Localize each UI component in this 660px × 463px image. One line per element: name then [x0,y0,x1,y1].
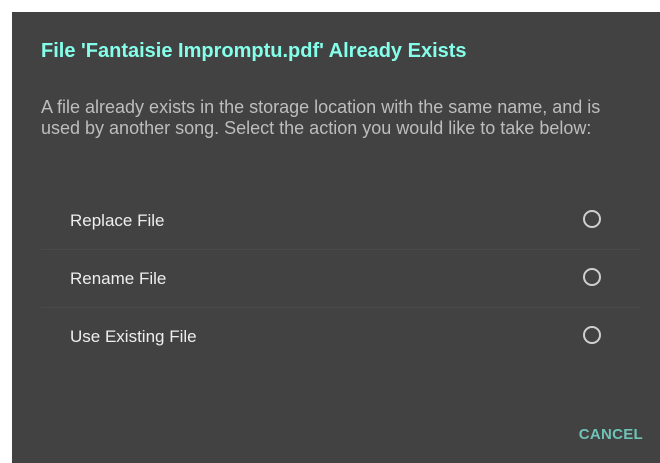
file-exists-dialog: File 'Fantaisie Impromptu.pdf' Already E… [12,12,660,463]
option-use-existing-file[interactable]: Use Existing File [41,308,640,366]
dialog-title: File 'Fantaisie Impromptu.pdf' Already E… [41,40,467,62]
cancel-button[interactable]: CANCEL [579,426,643,443]
dialog-message: A file already exists in the storage loc… [41,97,601,138]
action-options: Replace File Rename File Use Existing Fi… [41,192,640,366]
radio-unchecked-icon[interactable] [583,210,601,228]
radio-unchecked-icon[interactable] [583,268,601,286]
option-rename-file[interactable]: Rename File [41,250,640,308]
option-replace-file[interactable]: Replace File [41,192,640,250]
option-label: Rename File [70,269,167,288]
option-label: Replace File [70,211,165,230]
option-label: Use Existing File [70,327,197,346]
radio-unchecked-icon[interactable] [583,326,601,344]
